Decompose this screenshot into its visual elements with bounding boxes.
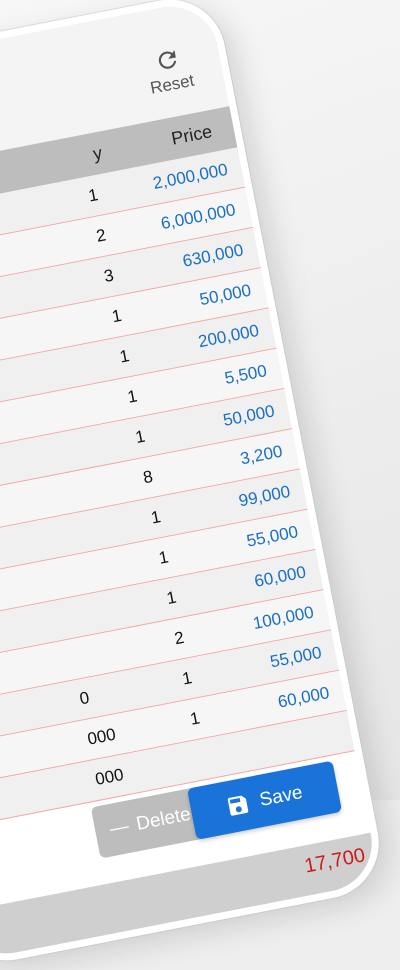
cell-qty: 2 <box>172 627 186 649</box>
save-label: Save <box>257 782 305 811</box>
cell-price: 100,000 <box>251 602 316 633</box>
header-qty: y <box>91 142 104 164</box>
cell-qty: 1 <box>125 386 139 407</box>
cell-name: 000 <box>85 724 118 749</box>
cell-price: 50,000 <box>221 401 277 430</box>
reset-button[interactable]: Reset <box>134 41 206 100</box>
cell-price: 55,000 <box>244 522 300 551</box>
cell-price: 50,000 <box>198 280 253 310</box>
cell-price: 60,000 <box>276 683 331 712</box>
cell-price: 3,200 <box>238 441 285 469</box>
cell-qty: 2 <box>94 225 108 246</box>
cell-qty: 1 <box>118 346 131 367</box>
cell-qty: 1 <box>188 708 202 729</box>
cell-price: 99,000 <box>237 481 292 511</box>
cell-price: 2,000,000 <box>151 159 230 193</box>
cell-qty: 1 <box>110 305 124 327</box>
cell-price: 6,000,000 <box>159 200 238 234</box>
cell-price: 5,500 <box>222 361 269 388</box>
header-price: Price <box>169 121 214 149</box>
cell-qty: 1 <box>133 426 147 448</box>
cell-price: 60,000 <box>252 562 308 591</box>
total-value: 17,700 <box>302 844 367 878</box>
cell-qty: 1 <box>157 547 171 568</box>
cell-qty: 8 <box>141 466 155 488</box>
minus-icon: — <box>108 815 131 841</box>
cell-price: 55,000 <box>268 642 324 672</box>
floppy-disk-icon <box>228 795 249 816</box>
refresh-icon <box>158 49 177 69</box>
cell-name: 0 <box>78 687 91 709</box>
cell-qty: 1 <box>149 507 163 528</box>
reset-label: Reset <box>148 70 196 98</box>
cell-qty: 1 <box>86 185 100 206</box>
cell-qty: 1 <box>180 668 194 689</box>
cell-qty: 3 <box>102 265 116 287</box>
save-button[interactable]: Save <box>186 760 343 840</box>
cell-name: 000 <box>93 764 126 789</box>
cell-qty: 1 <box>164 587 178 609</box>
cell-price: 200,000 <box>196 320 261 352</box>
cell-price: 630,000 <box>180 240 245 271</box>
